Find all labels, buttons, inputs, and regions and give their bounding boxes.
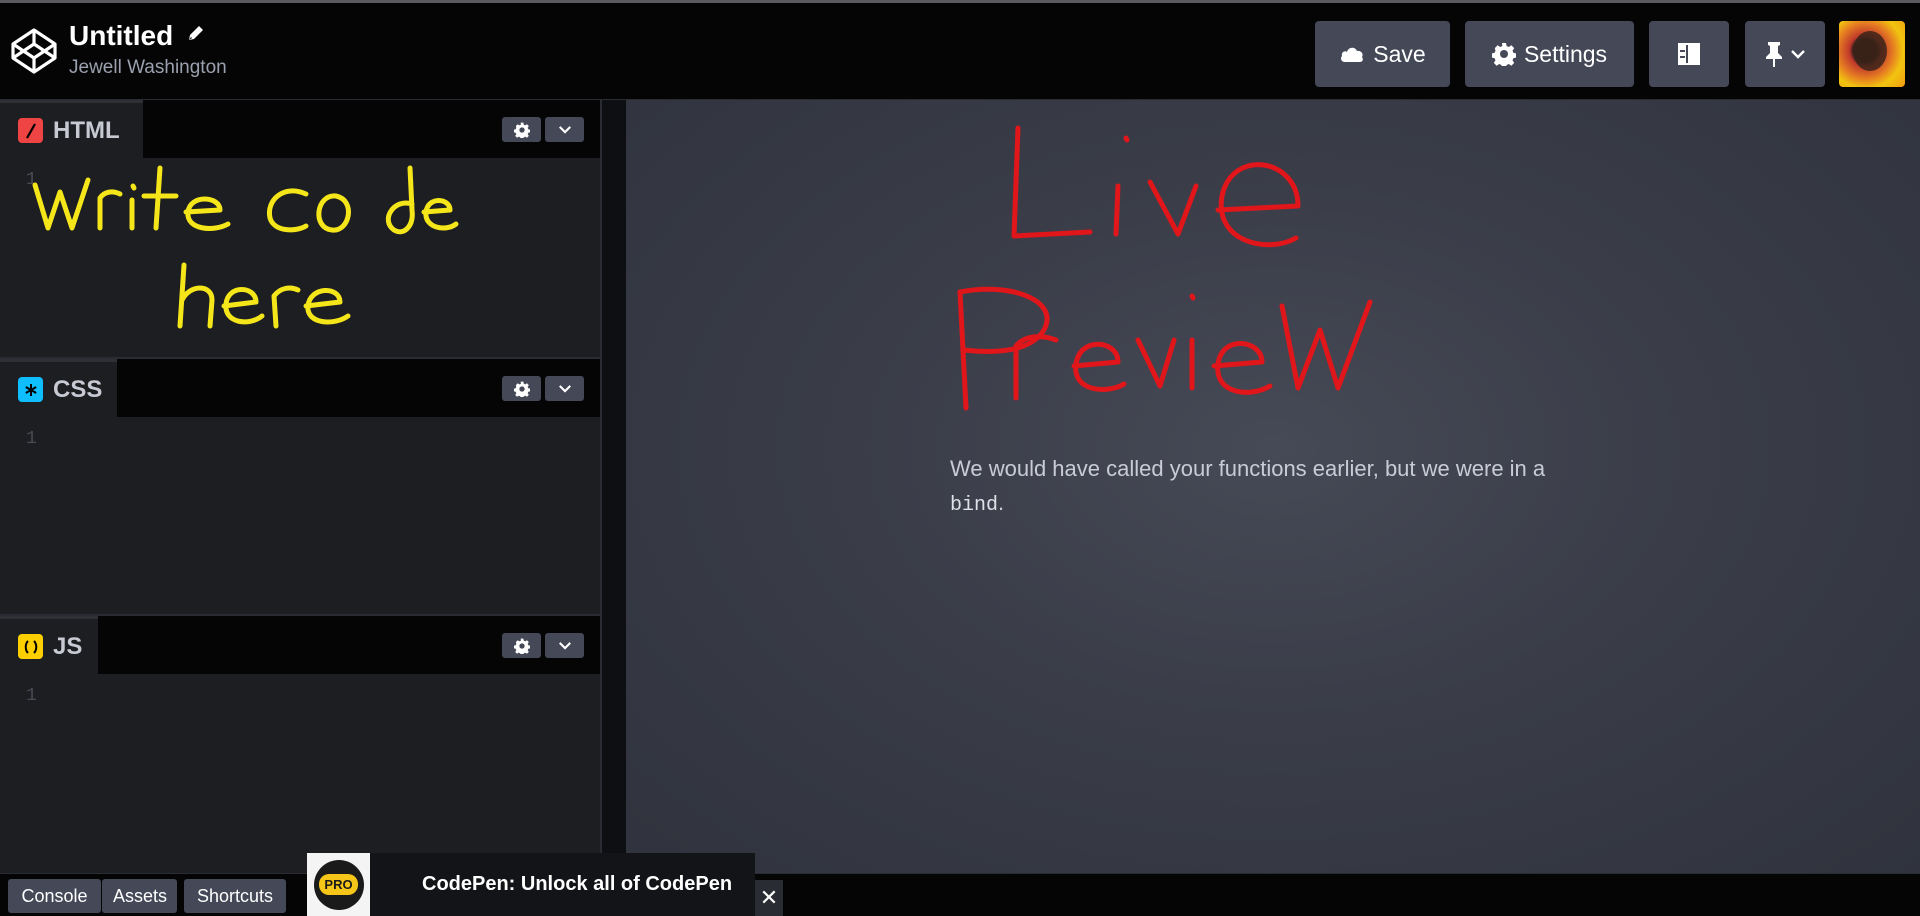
pro-badge-icon: PRO xyxy=(307,853,370,916)
js-badge-icon xyxy=(18,634,43,659)
css-editor[interactable]: CSS 1 xyxy=(0,359,600,614)
html-settings-button[interactable] xyxy=(502,117,541,142)
html-editor-tab[interactable]: HTML xyxy=(0,100,143,158)
gear-icon xyxy=(513,638,530,654)
editor-column: HTML 1 CSS 1 JS 1 xyxy=(0,100,600,873)
html-editor-title: HTML xyxy=(53,116,120,144)
pen-author[interactable]: Jewell Washington xyxy=(69,57,227,79)
html-expand-button[interactable] xyxy=(545,117,584,142)
close-icon[interactable]: ✕ xyxy=(755,880,783,916)
pro-badge-ring: PRO xyxy=(313,859,364,910)
js-expand-button[interactable] xyxy=(545,633,584,658)
gear-icon xyxy=(1491,43,1516,66)
gear-icon xyxy=(513,122,530,138)
chevron-down-icon xyxy=(1791,50,1805,59)
html-editor-header: HTML xyxy=(0,100,600,158)
js-editor-title: JS xyxy=(53,632,83,660)
css-expand-button[interactable] xyxy=(545,376,584,401)
js-settings-button[interactable] xyxy=(502,633,541,658)
preview-message-code: bind xyxy=(950,494,999,517)
live-preview-pane[interactable]: We would have called your functions earl… xyxy=(626,100,1920,873)
js-editor-header: JS xyxy=(0,616,600,674)
codepen-app: Untitled Jewell Washington Save Settings xyxy=(0,0,1920,916)
preview-message-text: We would have called your functions earl… xyxy=(950,456,1546,481)
line-number: 1 xyxy=(26,686,37,706)
chevron-down-icon xyxy=(558,642,571,650)
change-view-button[interactable] xyxy=(1649,21,1729,87)
html-badge-icon xyxy=(18,118,43,143)
assets-button[interactable]: Assets xyxy=(102,879,177,913)
pen-title[interactable]: Untitled xyxy=(69,19,173,53)
line-number: 1 xyxy=(26,429,37,449)
preview-message-end: . xyxy=(998,490,1005,515)
js-editor[interactable]: JS 1 xyxy=(0,616,600,873)
css-badge-icon xyxy=(18,377,43,402)
line-number: 1 xyxy=(26,170,37,190)
chevron-down-icon xyxy=(558,126,571,134)
resize-gutter[interactable] xyxy=(600,100,626,873)
pencil-icon[interactable] xyxy=(186,23,206,48)
gear-icon xyxy=(513,381,530,397)
js-editor-tab[interactable]: JS xyxy=(0,616,98,674)
cloud-icon xyxy=(1341,47,1364,62)
preview-message: We would have called your functions earl… xyxy=(950,452,1570,523)
user-avatar[interactable] xyxy=(1839,21,1905,87)
shortcuts-button[interactable]: Shortcuts xyxy=(184,879,286,913)
save-label: Save xyxy=(1373,40,1426,67)
header-bar: Untitled Jewell Washington Save Settings xyxy=(0,0,1920,100)
promo-text: CodePen: Unlock all of CodePen xyxy=(422,873,733,895)
pro-promo-banner[interactable]: PRO CodePen: Unlock all of CodePen xyxy=(307,853,755,916)
html-editor[interactable]: HTML 1 xyxy=(0,100,600,357)
pin-menu-button[interactable] xyxy=(1745,21,1825,87)
layout-icon xyxy=(1678,43,1700,65)
console-button[interactable]: Console xyxy=(8,879,101,913)
pen-title-area: Untitled Jewell Washington xyxy=(69,19,227,79)
css-editor-header: CSS xyxy=(0,359,600,417)
css-settings-button[interactable] xyxy=(502,376,541,401)
codepen-logo-icon[interactable] xyxy=(10,27,58,75)
css-editor-tab[interactable]: CSS xyxy=(0,359,117,417)
settings-label: Settings xyxy=(1523,40,1608,67)
footer-bar: Console Assets Shortcuts xyxy=(0,873,1920,916)
pro-badge-label: PRO xyxy=(319,874,358,895)
chevron-down-icon xyxy=(558,385,571,393)
pin-icon xyxy=(1766,42,1782,67)
save-button[interactable]: Save xyxy=(1315,21,1450,87)
css-editor-title: CSS xyxy=(53,375,103,403)
settings-button[interactable]: Settings xyxy=(1465,21,1634,87)
